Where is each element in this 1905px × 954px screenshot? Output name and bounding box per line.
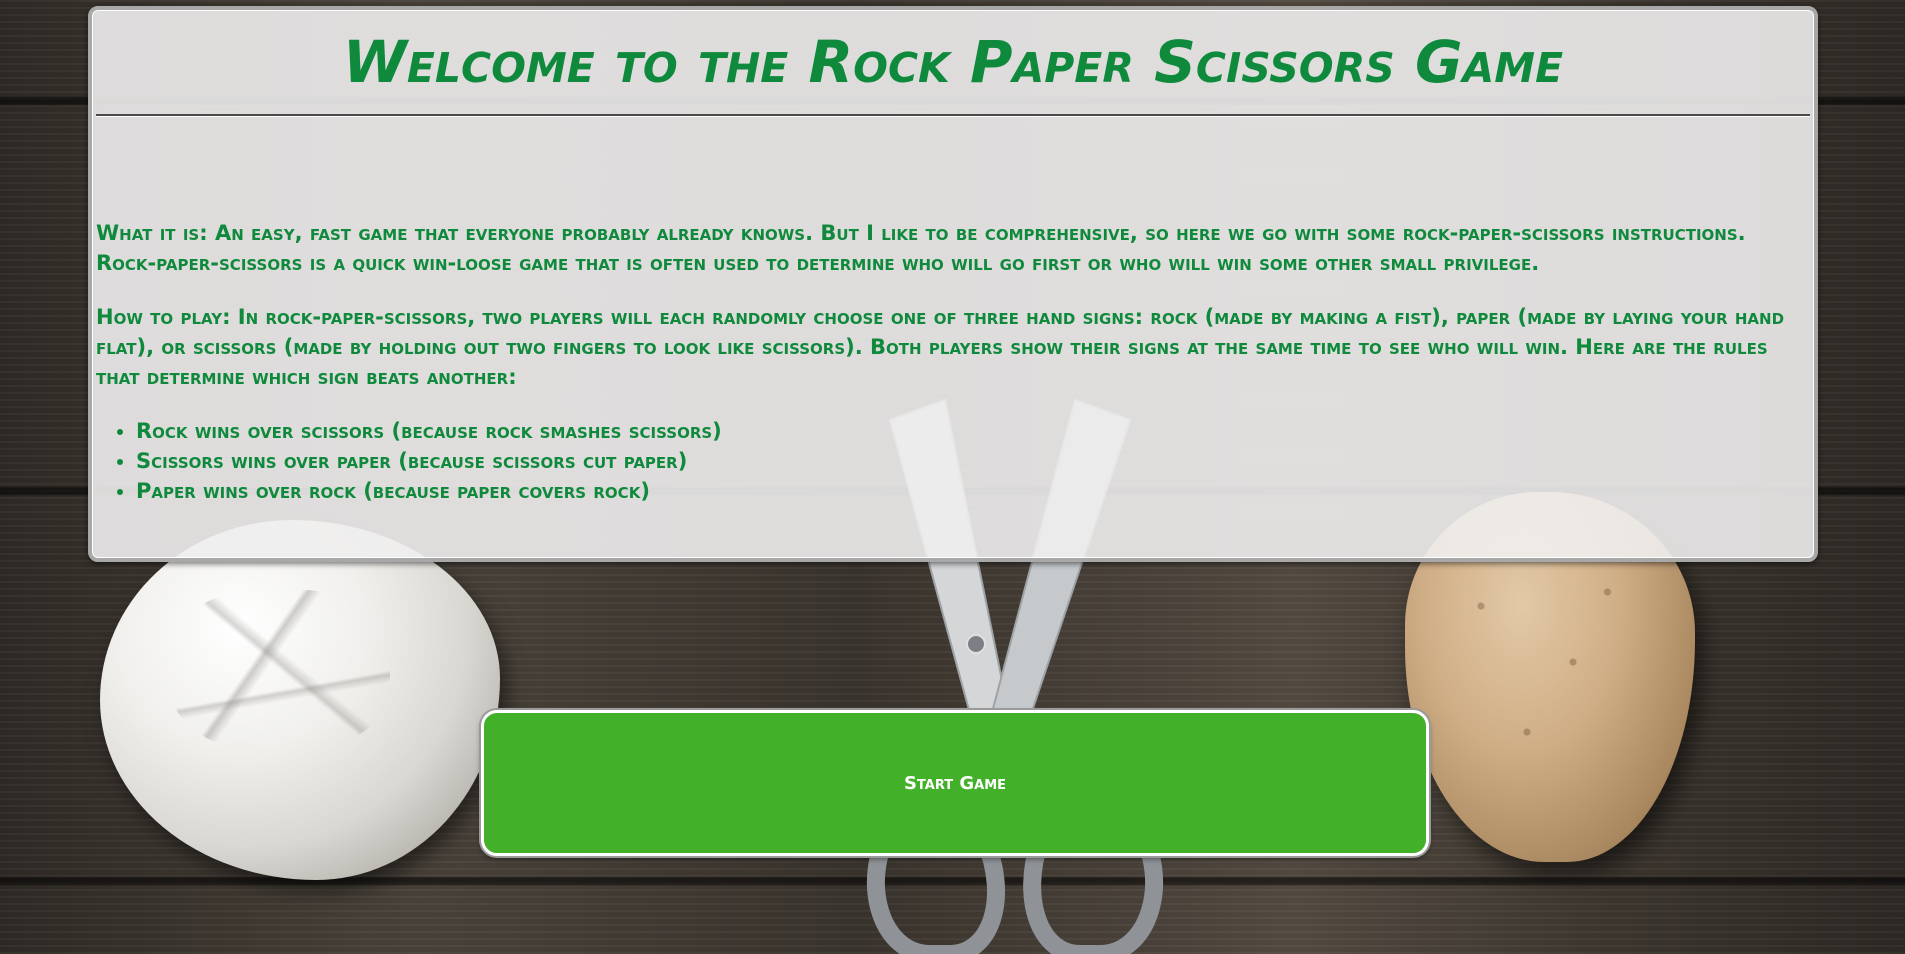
what-it-is-label: What it is: bbox=[96, 221, 208, 245]
instructions-content: What it is: An easy, fast game that ever… bbox=[96, 218, 1806, 506]
rules-list: Rock wins over scissors (because rock sm… bbox=[96, 416, 1806, 506]
how-to-play-paragraph: How to play: In rock-paper-scissors, two… bbox=[96, 302, 1806, 392]
start-game-button[interactable]: Start Game bbox=[481, 710, 1429, 856]
title-divider bbox=[96, 114, 1810, 117]
crumpled-paper-image bbox=[100, 520, 500, 880]
instructions-card: Welcome to the Rock Paper Scissors Game … bbox=[88, 6, 1818, 562]
how-to-play-label: How to play: bbox=[96, 305, 231, 329]
what-it-is-text: An easy, fast game that everyone probabl… bbox=[96, 221, 1746, 275]
page-title: Welcome to the Rock Paper Scissors Game bbox=[342, 28, 1564, 96]
rule-item-paper: Paper wins over rock (because paper cove… bbox=[136, 476, 1806, 506]
rule-item-scissors: Scissors wins over paper (because scisso… bbox=[136, 446, 1806, 476]
what-it-is-paragraph: What it is: An easy, fast game that ever… bbox=[96, 218, 1806, 278]
how-to-play-text: In rock-paper-scissors, two players will… bbox=[96, 305, 1785, 389]
rule-item-rock: Rock wins over scissors (because rock sm… bbox=[136, 416, 1806, 446]
